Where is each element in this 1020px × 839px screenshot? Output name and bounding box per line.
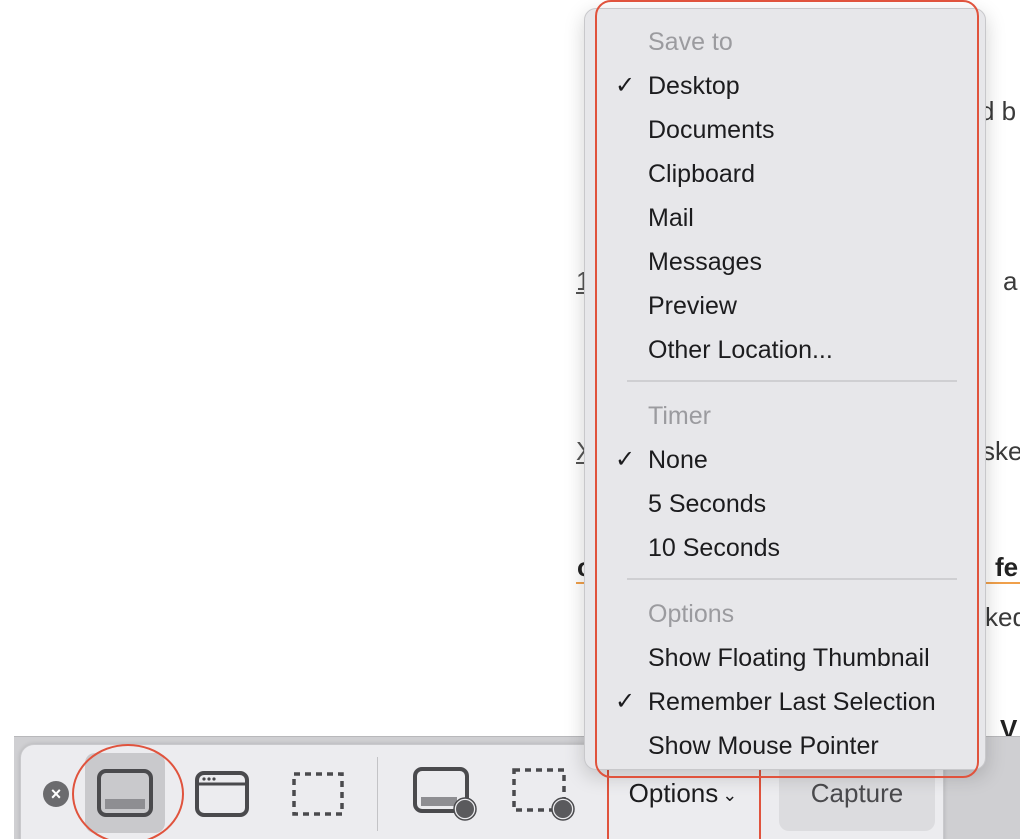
menu-item-show-mouse-pointer[interactable]: Show Mouse Pointer (585, 724, 985, 768)
capture-selected-portion-button[interactable] (283, 759, 353, 829)
checkmark-icon: ✓ (615, 446, 636, 473)
options-label: Options (628, 777, 719, 808)
menu-item-desktop[interactable]: ✓ Desktop (585, 64, 985, 108)
selection-icon (292, 772, 344, 816)
chevron-down-icon: ⌄ (722, 784, 738, 805)
record-selected-portion-button[interactable] (505, 759, 585, 829)
menu-header-timer: Timer (648, 402, 711, 430)
menu-header-save-to: Save to (648, 28, 733, 56)
record-entire-screen-button[interactable] (407, 759, 487, 829)
menu-item-preview[interactable]: Preview (585, 284, 985, 328)
toolbar-separator (377, 757, 378, 831)
menu-item-mail[interactable]: Mail (585, 196, 985, 240)
menu-item-timer-10-seconds[interactable]: 10 Seconds (585, 526, 985, 570)
options-menu: Save to ✓ Desktop Documents Clipboard Ma… (584, 8, 986, 770)
menu-item-show-floating-thumbnail[interactable]: Show Floating Thumbnail (585, 636, 985, 680)
menu-divider (627, 578, 957, 580)
menu-divider (627, 380, 957, 382)
menu-item-documents[interactable]: Documents (585, 108, 985, 152)
entire-screen-icon (97, 769, 153, 817)
menu-item-other-location[interactable]: Other Location... (585, 328, 985, 372)
menu-item-timer-5-seconds[interactable]: 5 Seconds (585, 482, 985, 526)
menu-item-timer-none[interactable]: ✓ None (585, 438, 985, 482)
capture-window-button[interactable] (187, 759, 257, 829)
doc-text-fragment: ske (982, 436, 1020, 466)
menu-item-messages[interactable]: Messages (585, 240, 985, 284)
capture-label: Capture (810, 777, 904, 808)
record-screen-icon (413, 767, 477, 821)
checkmark-icon: ✓ (615, 72, 636, 99)
close-icon: × (50, 784, 62, 804)
capture-entire-screen-button[interactable] (85, 753, 165, 833)
close-button[interactable]: × (43, 781, 69, 807)
checkmark-icon: ✓ (615, 688, 636, 715)
record-selection-icon (512, 768, 575, 821)
doc-underline (980, 582, 1020, 584)
menu-item-clipboard[interactable]: Clipboard (585, 152, 985, 196)
doc-heading-fragment: fe (995, 552, 1019, 582)
window-icon (195, 771, 249, 817)
menu-header-options: Options (648, 600, 735, 628)
screen: d b 17 a X ske o fe ked V × (0, 0, 1020, 839)
menu-item-remember-last-selection[interactable]: ✓ Remember Last Selection (585, 680, 985, 724)
doc-text-fragment: a (1003, 266, 1018, 296)
doc-text-fragment: ked (985, 602, 1020, 632)
